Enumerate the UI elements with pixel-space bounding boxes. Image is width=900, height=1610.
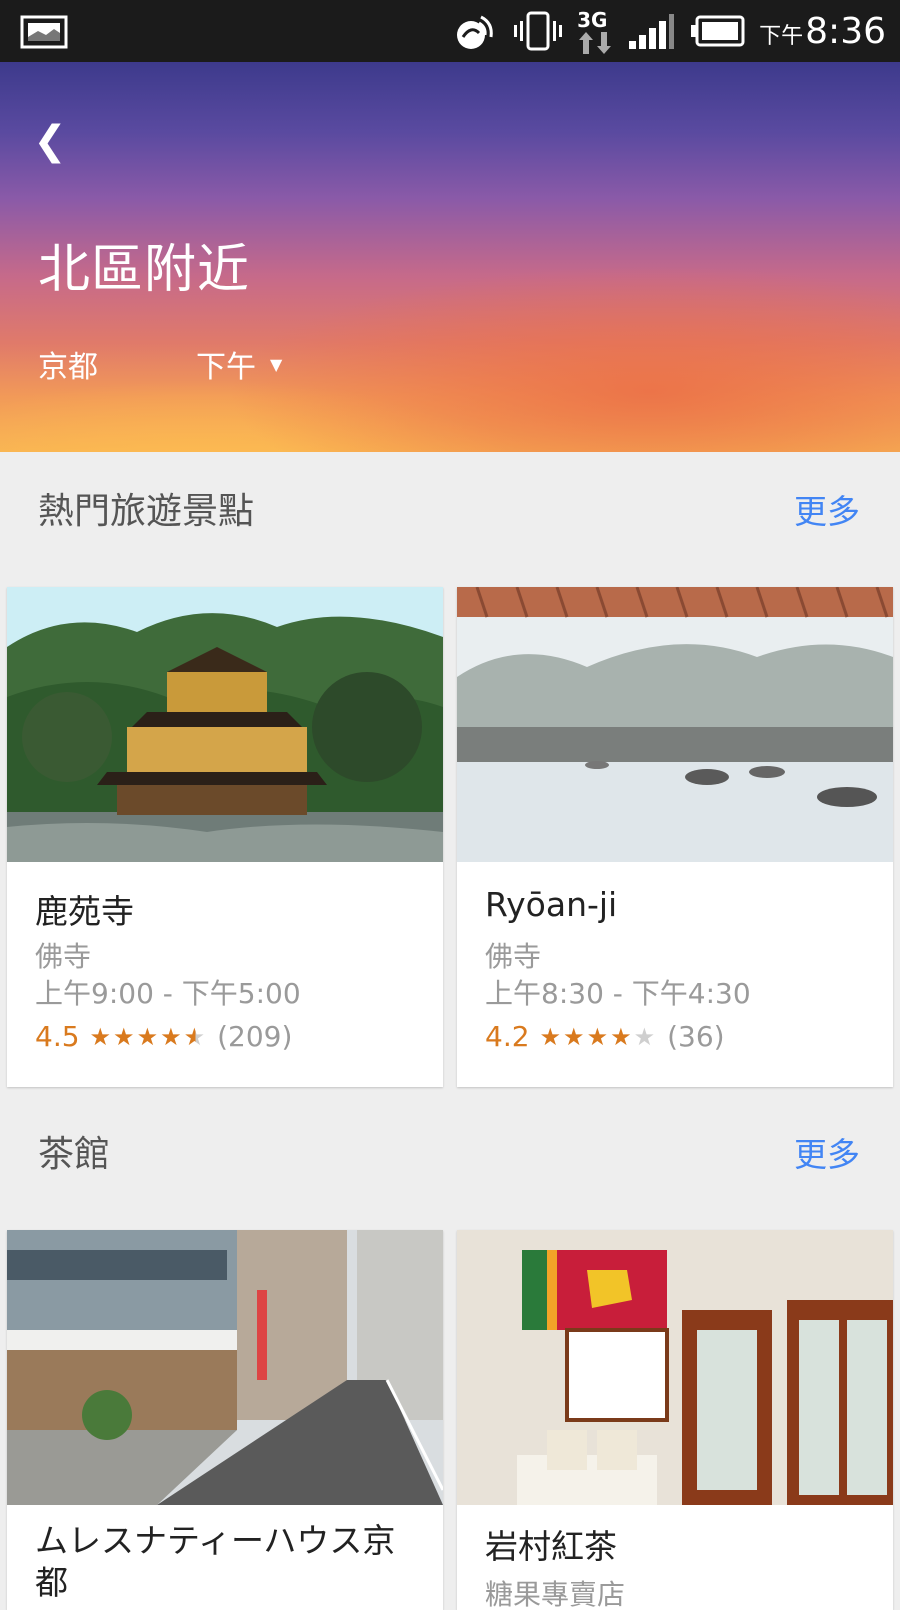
rating-row: 4.5 ★★★★★ (209): [35, 1020, 292, 1053]
place-photo: [457, 1230, 893, 1505]
more-button-tea-house[interactable]: 更多: [794, 1128, 860, 1176]
place-hours: 上午8:30 - 下午4:30: [485, 977, 751, 1010]
time-of-day-selector[interactable]: 下午 ▼: [196, 342, 282, 386]
city-label: 京都: [38, 350, 98, 385]
place-photo: [457, 587, 893, 862]
place-name: 鹿苑寺: [35, 892, 134, 931]
status-time-prefix: 下午: [759, 23, 804, 49]
battery-icon: [689, 14, 745, 48]
place-card-mlesna[interactable]: ムレスナティーハウス京都: [7, 1230, 443, 1610]
place-name: 岩村紅茶: [485, 1527, 617, 1566]
place-name: Ryōan-ji: [485, 885, 618, 924]
back-chevron-icon: ❮: [33, 118, 67, 164]
page-title: 北區附近: [38, 240, 251, 300]
place-card-rokuonji[interactable]: 鹿苑寺 佛寺 上午9:00 - 下午5:00 4.5 ★★★★★ (209): [7, 587, 443, 1087]
gallery-icon: [20, 15, 68, 49]
network-type-label: 3G: [577, 8, 608, 32]
rating-value: 4.2: [485, 1020, 530, 1053]
network-3g-icon: 3G: [577, 6, 613, 56]
rating-value: 4.5: [35, 1020, 80, 1053]
section-title-tea-house: 茶館: [38, 1134, 111, 1175]
place-photo: [7, 1230, 443, 1505]
more-button-popular[interactable]: 更多: [794, 485, 860, 533]
header-banner: ❮ 北區附近 京都 下午 ▼: [0, 62, 900, 452]
status-bar: 3G 下午8:36: [0, 0, 900, 62]
review-count: (209): [217, 1020, 293, 1053]
review-count: (36): [667, 1020, 725, 1053]
place-category: 佛寺: [485, 940, 542, 973]
dropdown-triangle-icon: ▼: [270, 354, 283, 374]
signal-icon: [627, 11, 675, 51]
back-button[interactable]: ❮: [30, 117, 70, 165]
place-category: 糖果專賣店: [485, 1578, 626, 1610]
place-hours: 上午9:00 - 下午5:00: [35, 977, 301, 1010]
star-rating-icon: ★★★★★: [539, 1022, 658, 1051]
place-name: ムレスナティーハウス京都: [35, 1521, 396, 1602]
place-card-iwamura[interactable]: 岩村紅茶 糖果專賣店: [457, 1230, 893, 1610]
star-rating-icon: ★★★★★: [89, 1022, 208, 1051]
section-title-popular: 熱門旅遊景點: [38, 491, 255, 532]
vibrate-icon: [513, 11, 563, 51]
nfc-icon: [455, 11, 499, 51]
place-category: 佛寺: [35, 940, 92, 973]
place-photo: [7, 587, 443, 862]
rating-row: 4.2 ★★★★★ (36): [485, 1020, 725, 1053]
time-of-day-label: 下午: [196, 350, 256, 385]
place-card-ryoanji[interactable]: Ryōan-ji 佛寺 上午8:30 - 下午4:30 4.2 ★★★★★ (3…: [457, 587, 893, 1087]
status-time: 8:36: [805, 10, 886, 52]
